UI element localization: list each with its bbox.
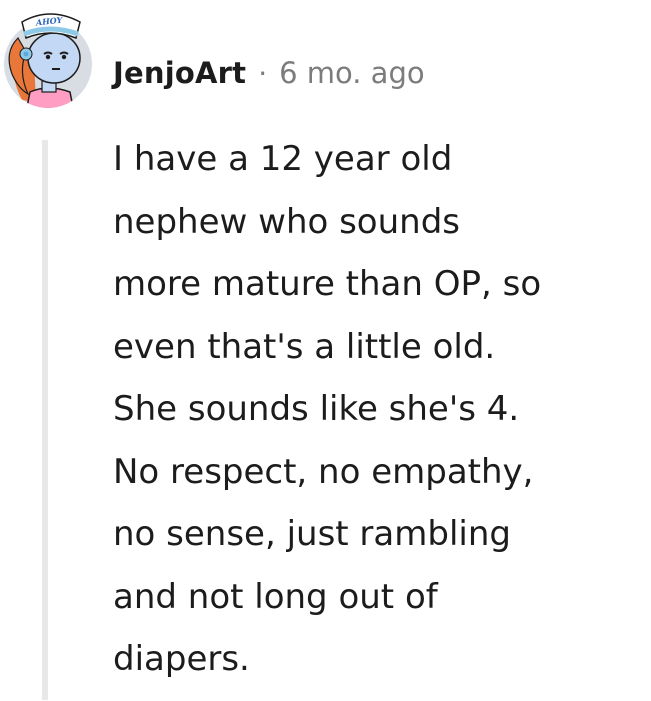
comment-body-line: no sense, just rambling xyxy=(113,514,511,554)
meta-separator: · xyxy=(258,56,268,90)
comment-body-line: She sounds like she's 4. xyxy=(113,389,520,429)
comment-body-line: and not long out of xyxy=(113,576,438,617)
username-link[interactable]: JenjoArt xyxy=(113,56,246,90)
thread-line[interactable] xyxy=(42,140,48,700)
comment-body: I have a 12 year old nephew who sounds m… xyxy=(113,128,633,691)
comment-timestamp[interactable]: 6 mo. ago xyxy=(279,56,425,90)
comment-body-line: nephew who sounds xyxy=(113,201,461,242)
comment-body-line: more mature than OP, so xyxy=(113,264,542,304)
comment-body-line: diapers. xyxy=(113,639,250,679)
user-avatar[interactable]: AHOY xyxy=(0,8,92,112)
comment-body-line: No respect, no empathy, xyxy=(113,451,534,492)
comment-meta: JenjoArt · 6 mo. ago xyxy=(113,50,425,96)
comment-body-line: I have a 12 year old xyxy=(113,139,453,179)
comment: AHOY JenjoArt · 6 mo. ago I have a 12 ye… xyxy=(0,0,651,701)
comment-body-line: even that's a little old. xyxy=(113,326,496,367)
